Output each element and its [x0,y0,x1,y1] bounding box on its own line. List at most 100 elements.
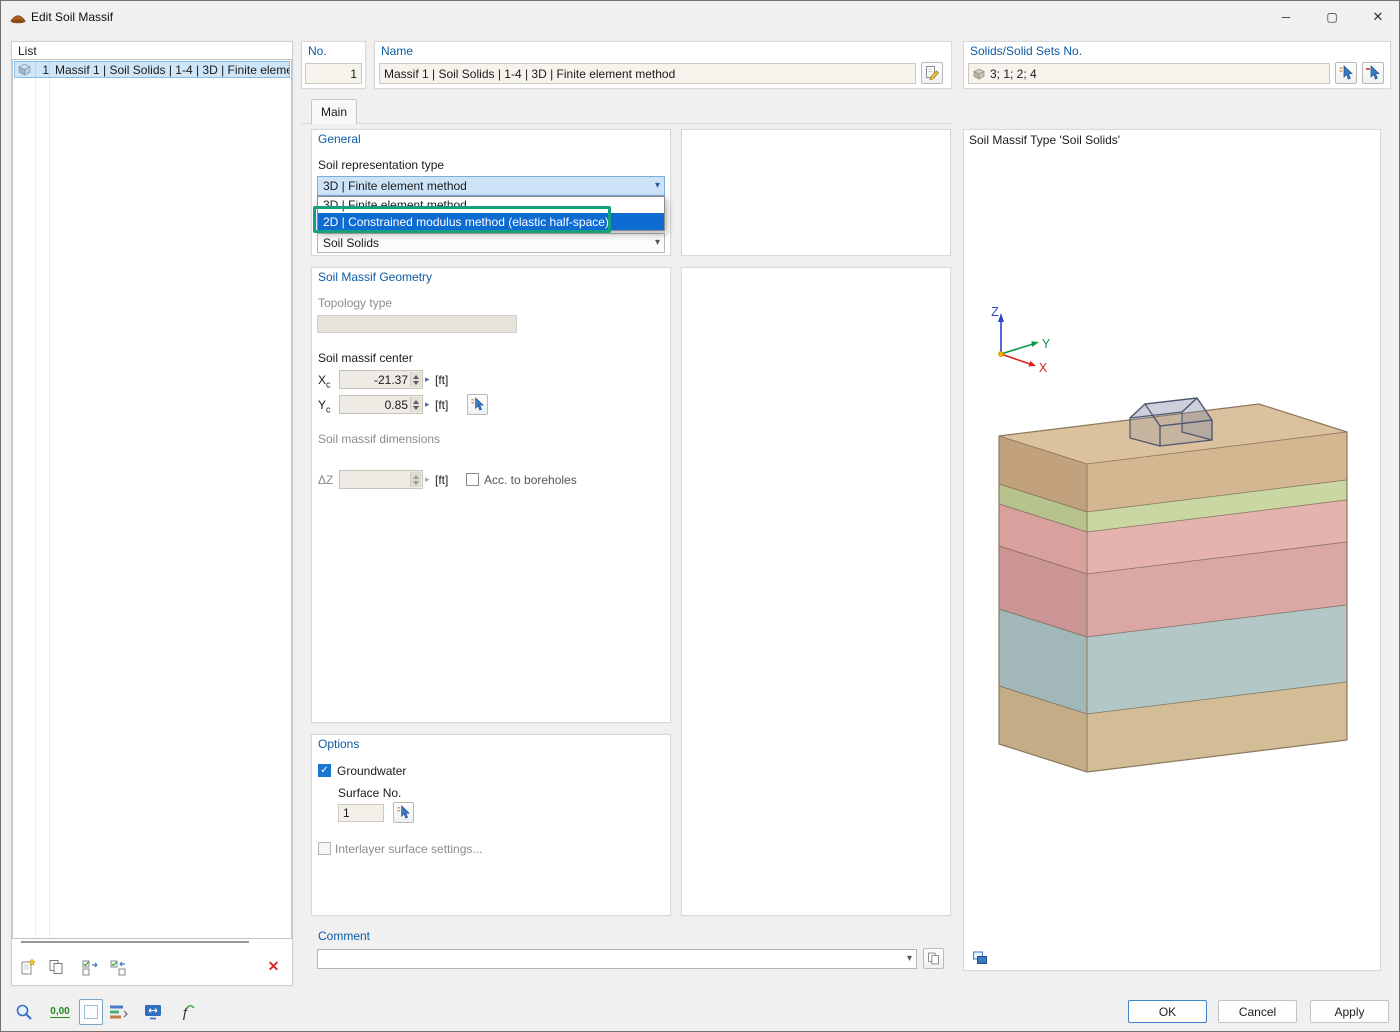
solids-pick-button[interactable] [1335,62,1357,84]
tab-main[interactable]: Main [311,99,357,124]
tab-main-label: Main [321,105,347,119]
list-item-massif-1[interactable]: 1 Massif 1 | Soil Solids | 1-4 | 3D | Fi… [14,61,290,78]
decimal-places-button[interactable]: 0,00 [47,999,73,1025]
close-button[interactable]: ✕ [1355,1,1400,33]
surface-no-label: Surface No. [338,786,401,800]
color-swatch-button[interactable] [79,999,103,1025]
surface-no-value: 1 [343,806,350,820]
apply-button[interactable]: Apply [1310,1000,1389,1023]
name-value: Massif 1 | Soil Solids | 1-4 | 3D | Fini… [384,67,675,81]
acc-to-boreholes-label: Acc. to boreholes [484,473,577,487]
topology-type-label: Topology type [318,296,392,310]
xc-spinner[interactable] [410,372,421,387]
name-input[interactable]: Massif 1 | Soil Solids | 1-4 | 3D | Fini… [379,63,916,84]
function-tools-button[interactable]: ƒ [174,999,200,1025]
no-value: 1 [350,67,357,81]
layer-bars-icon [108,1002,128,1022]
minimize-button[interactable]: ─ [1263,1,1309,33]
dropdown-option-3d[interactable]: 3D | Finite element method [318,197,664,213]
chevron-down-icon: ▾ [907,954,912,964]
new-massif-button[interactable] [17,956,38,977]
dz-spinner [410,472,421,487]
groundwater-checkbox[interactable]: ✓ [318,764,331,777]
cancel-button-label: Cancel [1239,1005,1276,1019]
rename-button[interactable] [921,62,943,84]
relation-select-icon [109,958,127,976]
center-pick-button[interactable] [467,394,488,415]
soil-massif-3d-view[interactable]: Z Y X [964,130,1380,970]
list-panel-label: List [18,44,37,58]
edit-soil-massif-dialog: { "colors": { "accent_blue": "#0d5ba5", … [0,0,1400,1032]
xc-value: -21.37 [374,373,408,387]
ok-button[interactable]: OK [1128,1000,1207,1023]
solid-cube-icon [973,68,985,80]
surface-pick-button[interactable] [393,802,414,823]
dialog-icon [10,9,26,25]
topology-type-input [317,315,517,333]
dropdown-option-2d-label: 2D | Constrained modulus method (elastic… [323,215,609,229]
display-properties-button[interactable] [140,999,166,1025]
axis-x-label: X [1039,361,1048,375]
select-check-button[interactable] [79,956,100,977]
apply-button-label: Apply [1334,1005,1364,1019]
list-splitter[interactable] [21,941,249,943]
chevron-down-icon: ▾ [655,238,660,248]
pick-arrow-icon [1338,65,1354,81]
xc-input[interactable]: -21.37 [339,370,423,389]
soil-type-value: Soil Solids [323,236,379,250]
layers-settings-button[interactable] [105,999,131,1025]
solids-input[interactable]: 3; 1; 2; 4 [968,63,1330,84]
delete-massif-button[interactable]: ✕ [263,956,284,977]
copy-massif-button[interactable] [45,956,66,977]
pick-arrow-minus-icon [1365,65,1381,81]
ok-button-label: OK [1159,1005,1176,1019]
xc-expand-arrow[interactable]: ▸ [425,374,430,384]
name-label: Name [381,44,413,58]
dz-input [339,470,423,489]
massif-list[interactable]: 1 Massif 1 | Soil Solids | 1-4 | 3D | Fi… [12,59,292,939]
solids-deselect-button[interactable] [1362,62,1384,84]
yc-input[interactable]: 0.85 [339,395,423,414]
chevron-down-icon: ▾ [655,181,660,191]
maximize-icon: ▢ [1326,10,1337,24]
empty-panel-tall [681,267,951,916]
pick-arrow-icon [470,397,485,412]
empty-panel-top [681,129,951,256]
maximize-button[interactable]: ▢ [1309,1,1355,33]
xc-unit: [ft] [435,373,448,387]
magnifier-icon [14,1002,34,1022]
titlebar: Edit Soil Massif ─ ▢ ✕ [1,1,1399,33]
comment-copy-button[interactable] [923,948,944,969]
select-related-button[interactable] [107,956,128,977]
copy-icon [47,958,65,976]
comment-combo[interactable]: ▾ [317,949,917,969]
solids-label: Solids/Solid Sets No. [970,44,1082,58]
cancel-button[interactable]: Cancel [1218,1000,1297,1023]
acc-to-boreholes-checkbox[interactable] [466,473,479,486]
view-details-button[interactable] [11,999,37,1025]
representation-type-combo[interactable]: 3D | Finite element method ▾ [317,176,665,196]
monitor-arrows-icon [143,1002,163,1022]
soil-type-combo[interactable]: Soil Solids ▾ [317,233,665,253]
soil-massif-center-label: Soil massif center [318,351,413,365]
no-input[interactable]: 1 [305,63,362,84]
dropdown-option-2d[interactable]: 2D | Constrained modulus method (elastic… [318,213,664,230]
yc-spinner[interactable] [410,397,421,412]
white-swatch-icon [83,1004,99,1020]
preview-display-settings-button[interactable] [969,947,990,968]
yc-label-main: Y [318,398,326,412]
massif-item-icon [18,63,31,76]
solids-value: 3; 1; 2; 4 [990,67,1037,81]
no-label: No. [308,44,327,58]
decimal-places-icon: 0,00 [50,1006,69,1018]
yc-expand-arrow[interactable]: ▸ [425,399,430,409]
surface-no-input[interactable]: 1 [338,804,384,822]
list-column-divider [35,60,36,938]
new-item-icon [19,958,37,976]
dz-unit: [ft] [435,473,448,487]
edit-pencil-icon [924,65,940,81]
close-icon: ✕ [1373,9,1384,25]
soil-massif-dimensions-label: Soil massif dimensions [318,432,440,446]
representation-type-dropdown-list: 3D | Finite element method 2D | Constrai… [317,196,665,231]
options-title: Options [318,737,359,751]
